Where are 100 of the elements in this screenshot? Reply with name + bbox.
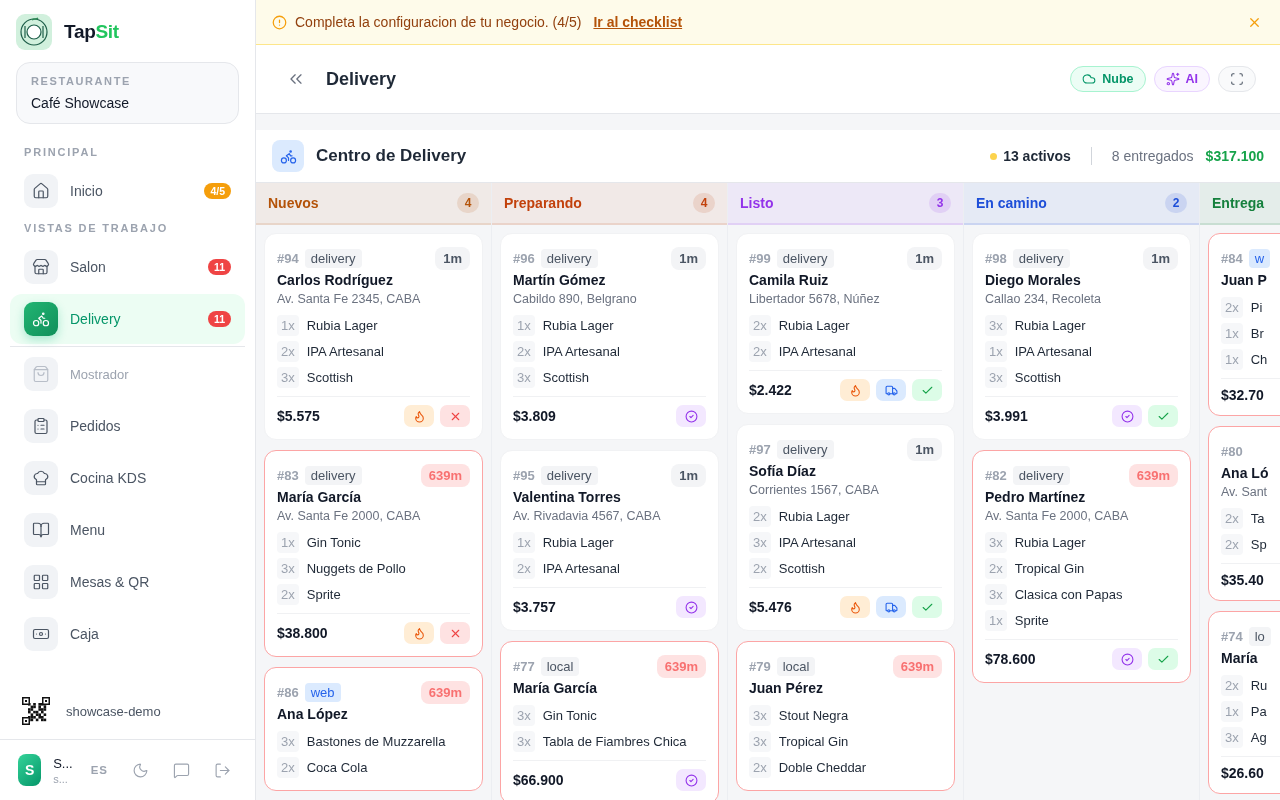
deliver-button[interactable] xyxy=(1148,405,1178,427)
ready-button[interactable] xyxy=(676,596,706,618)
order-card[interactable]: #94 delivery 1m Carlos Rodríguez Av. Santa Fe 2345, CABA 1x Rubia Lager 2x IPA Artesanal 3x Scottish $5.575 xyxy=(264,233,483,440)
nav-item[interactable]: Menu xyxy=(10,505,245,555)
ai-button[interactable]: AI xyxy=(1153,66,1210,92)
item-quantity: 3x xyxy=(277,366,299,388)
deliver-button[interactable] xyxy=(1148,648,1178,670)
order-card[interactable]: #98 delivery 1m Diego Morales Callao 234, Recoleta 3x Rubia Lager 1x IPA Artesanal 3x Scottish $3.991 xyxy=(972,233,1191,440)
item-name: Scottish xyxy=(542,369,589,385)
storefront-icon xyxy=(32,258,50,276)
nav-item[interactable]: Caja xyxy=(10,609,245,659)
flame-button[interactable] xyxy=(404,622,434,644)
order-card[interactable]: #97 delivery 1m Sofía Díaz Corrientes 1567, CABA 2x Rubia Lager 3x IPA Artesanal 2x Scottish $5.476 xyxy=(736,424,955,631)
checklist-link[interactable]: Ir al checklist xyxy=(593,14,683,30)
item-name: Pi xyxy=(1250,299,1263,315)
center-title: Centro de Delivery xyxy=(316,146,467,166)
item-name: Rubia Lager xyxy=(778,508,850,524)
order-total: $5.575 xyxy=(277,408,320,424)
order-total: $32.70 xyxy=(1221,387,1264,403)
customer-name: Camila Ruiz xyxy=(749,271,830,290)
column-title: Listo xyxy=(740,195,774,211)
ready-button[interactable] xyxy=(676,405,706,427)
house-icon xyxy=(32,182,50,200)
item-quantity: 1x xyxy=(985,340,1007,362)
channel-tag: w xyxy=(1248,248,1271,268)
item-quantity: 1x xyxy=(513,314,535,336)
cancel-button[interactable] xyxy=(440,622,470,644)
item-name: Scottish xyxy=(306,369,353,385)
order-card[interactable]: #96 delivery 1m Martín Gómez Cabildo 890, Belgrano 1x Rubia Lager 2x IPA Artesanal 3x Scottish $3.809 xyxy=(500,233,719,440)
customer-name: Martín Gómez xyxy=(513,271,607,290)
dispatch-button[interactable] xyxy=(876,379,906,401)
order-card[interactable]: #99 delivery 1m Camila Ruiz Libertador 5678, Núñez 2x Rubia Lager 2x IPA Artesanal $2.422 xyxy=(736,233,955,414)
item-quantity: 1x xyxy=(1221,700,1243,722)
customer-name: Ana López xyxy=(277,705,349,724)
item-quantity: 2x xyxy=(1221,674,1243,696)
order-card[interactable]: #74 lo María 2x Ru 1x Pa 3x Ag $26.60 xyxy=(1208,611,1280,794)
fullscreen-button[interactable] xyxy=(1218,66,1256,92)
item-quantity: 3x xyxy=(749,730,771,752)
customer-address: Callao 234, Recoleta xyxy=(985,291,1103,308)
flame-button[interactable] xyxy=(840,379,870,401)
ready-button[interactable] xyxy=(1112,405,1142,427)
check-circle-icon xyxy=(684,773,698,787)
nav-item[interactable]: Cocina KDS xyxy=(10,453,245,503)
customer-name: Valentina Torres xyxy=(513,488,622,507)
order-card[interactable]: #83 delivery 639m María García Av. Santa Fe 2000, CABA 1x Gin Tonic 3x Nuggets de Pollo 2x Sprite $38.800 xyxy=(264,450,483,657)
nav-label: Cocina KDS xyxy=(70,470,148,486)
item-name: Rubia Lager xyxy=(542,534,614,550)
user-email: s... xyxy=(53,772,69,785)
nav-item[interactable]: Inicio 4/5 xyxy=(10,166,245,216)
column-title: Entrega xyxy=(1212,195,1265,211)
item-name: Ta xyxy=(1250,510,1265,526)
fullscreen-icon xyxy=(1230,72,1244,86)
item-quantity: 1x xyxy=(1221,322,1243,344)
order-number: #79 xyxy=(749,658,771,674)
bicycle-icon xyxy=(272,140,304,172)
order-number: #95 xyxy=(513,467,535,483)
order-card[interactable]: #84 w Juan P 2x Pi 1x Br 1x Ch $32.70 xyxy=(1208,233,1280,416)
order-card[interactable]: #79 local 639m Juan Pérez 3x Stout Negra 3x Tropical Gin 2x Doble Cheddar xyxy=(736,641,955,791)
nav-item[interactable]: Mesas & QR xyxy=(10,557,245,607)
age-badge: 639m xyxy=(420,463,470,487)
order-card[interactable]: #86 web 639m Ana López 3x Bastones de Muzzarella 2x Coca Cola xyxy=(264,667,483,791)
nav-item[interactable]: Salon 11 xyxy=(10,242,245,292)
flame-icon xyxy=(412,409,426,423)
customer-name: María García xyxy=(277,488,363,507)
item-name: Rubia Lager xyxy=(1014,534,1086,550)
ready-button[interactable] xyxy=(676,769,706,791)
item-name: Tabla de Fiambres Chica xyxy=(542,733,687,749)
revenue-total: $317.100 xyxy=(1205,148,1264,164)
order-number: #83 xyxy=(277,467,299,483)
customer-address: Av. Santa Fe 2345, CABA xyxy=(277,291,422,308)
order-number: #84 xyxy=(1221,250,1243,266)
order-card[interactable]: #80 Ana Ló Av. Sant 2x Ta 2x Sp $35.40 xyxy=(1208,426,1280,601)
cancel-button[interactable] xyxy=(440,405,470,427)
age-badge: 1m xyxy=(435,246,470,270)
order-card[interactable]: #95 delivery 1m Valentina Torres Av. Rivadavia 4567, CABA 1x Rubia Lager 2x IPA Artesanal $3.757 xyxy=(500,450,719,631)
check-circle-icon xyxy=(1120,652,1134,666)
nav-item[interactable]: Pedidos xyxy=(10,401,245,451)
item-quantity: 2x xyxy=(749,756,771,778)
flame-button[interactable] xyxy=(840,596,870,618)
flame-button[interactable] xyxy=(404,405,434,427)
cloud-button[interactable]: Nube xyxy=(1070,66,1146,92)
nav-label: Menu xyxy=(70,522,107,538)
nav-item[interactable]: Delivery 11 xyxy=(10,294,245,344)
item-name: IPA Artesanal xyxy=(542,560,620,576)
sparkles-icon xyxy=(1165,72,1180,86)
deliver-button[interactable] xyxy=(912,379,942,401)
nav-label: Delivery xyxy=(70,311,122,327)
alert-icon xyxy=(272,14,287,30)
deliver-button[interactable] xyxy=(912,596,942,618)
order-card[interactable]: #77 local 639m María García 3x Gin Tonic 3x Tabla de Fiambres Chica $66.900 xyxy=(500,641,719,800)
dispatch-button[interactable] xyxy=(876,596,906,618)
age-badge: 1m xyxy=(671,463,706,487)
order-card[interactable]: #82 delivery 639m Pedro Martínez Av. Santa Fe 2000, CABA 3x Rubia Lager 2x Tropical Gin 3x Clasica con Papas 1x Sprite $78.600 xyxy=(972,450,1191,683)
qr-code-icon xyxy=(22,697,50,725)
item-name: Ru xyxy=(1250,677,1268,693)
age-badge: 1m xyxy=(671,246,706,270)
order-number: #77 xyxy=(513,658,535,674)
ready-button[interactable] xyxy=(1112,648,1142,670)
order-total: $26.60 xyxy=(1221,765,1264,781)
restaurant-card[interactable]: RESTAURANTE Café Showcase xyxy=(16,62,239,124)
